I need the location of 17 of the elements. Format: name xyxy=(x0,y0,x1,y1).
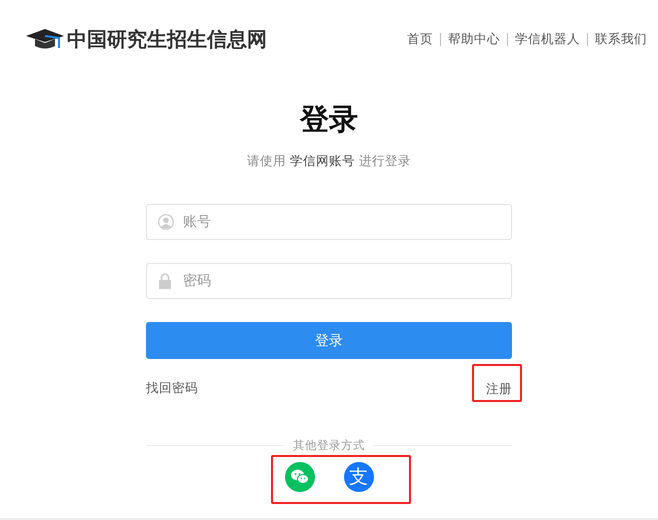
input-field[interactable]: 密码 xyxy=(146,263,512,299)
site-title: 中国研究生招生信息网 xyxy=(67,26,267,52)
lock-icon xyxy=(158,273,172,289)
alipay-icon[interactable]: 支 xyxy=(344,462,374,492)
login-title: 登录 xyxy=(300,101,358,138)
input-field[interactable]: 账号 xyxy=(146,204,512,240)
nav-link[interactable]: 首页 xyxy=(407,30,433,48)
user-icon xyxy=(158,214,174,230)
nav-link[interactable]: 帮助中心 xyxy=(448,30,500,48)
nav-link[interactable]: 联系我们 xyxy=(595,30,647,48)
other-login-label: 其他登录方式 xyxy=(293,438,365,453)
chat-bubbles-icon[interactable] xyxy=(284,462,314,492)
login-subtitle: 请使用 学信网账号 进行登录 xyxy=(247,153,411,170)
forgot-password-link[interactable]: 找回密码 xyxy=(146,380,198,396)
nav-link[interactable]: 学信机器人 xyxy=(515,30,580,48)
graduation-cap-icon xyxy=(26,28,64,50)
register-link[interactable]: 注册 xyxy=(486,381,512,396)
